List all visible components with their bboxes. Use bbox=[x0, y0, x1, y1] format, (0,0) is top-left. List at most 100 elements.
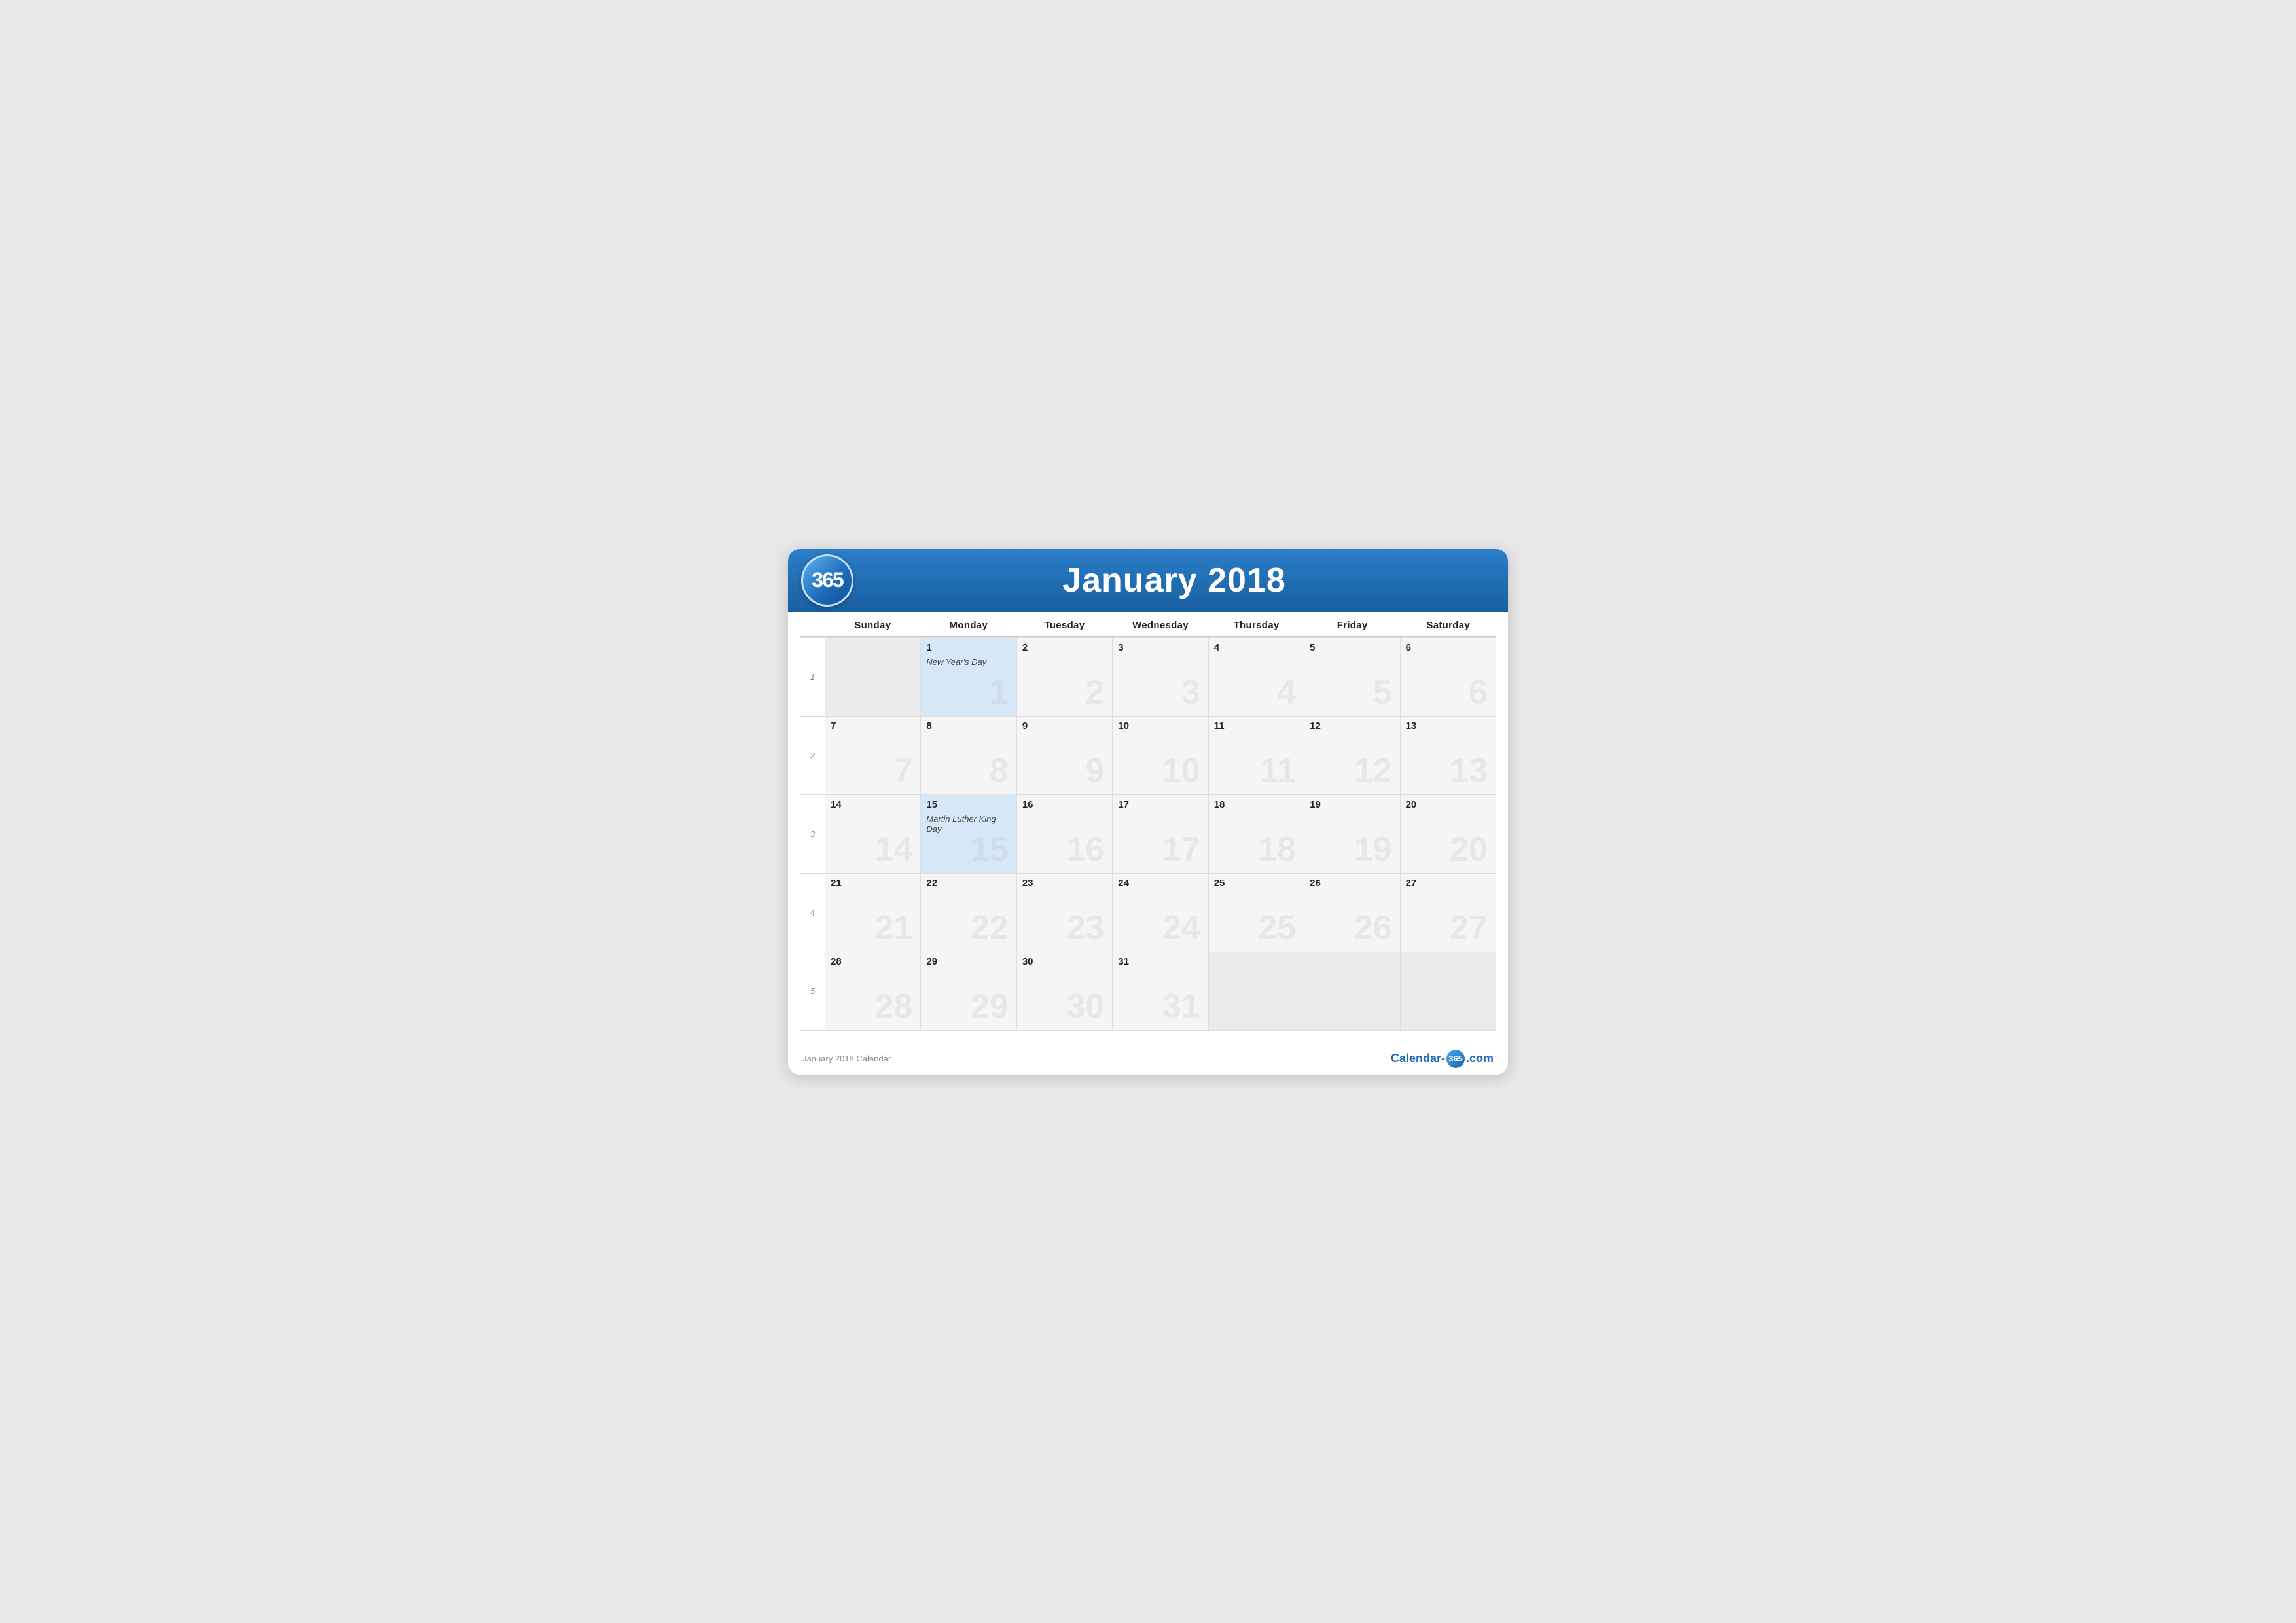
cell-date: 18 bbox=[1214, 799, 1299, 810]
cell-watermark: 18 bbox=[1258, 832, 1296, 866]
day-header-tuesday: Tuesday bbox=[1016, 612, 1113, 636]
cell-date: 8 bbox=[926, 721, 1011, 732]
cal-cell-31: 31 31 bbox=[1113, 952, 1208, 1031]
cal-cell-3: 33 bbox=[1113, 638, 1208, 717]
cell-watermark: 2 bbox=[1085, 675, 1104, 709]
cell-date: 11 bbox=[1214, 721, 1299, 732]
cell-event: New Year's Day bbox=[926, 657, 1011, 667]
cal-cell-23: 23 23 bbox=[1017, 874, 1113, 952]
week-number-4: 4 bbox=[800, 874, 825, 952]
cal-cell-14: 1414 bbox=[825, 795, 921, 874]
day-header-saturday: Saturday bbox=[1400, 612, 1496, 636]
cell-watermark: 12 bbox=[1354, 754, 1392, 788]
cell-watermark: 6 bbox=[1469, 675, 1488, 709]
cell-date: 19 bbox=[1310, 799, 1394, 810]
cell-date: 28 bbox=[831, 956, 915, 967]
cal-cell-19: 1919 bbox=[1304, 795, 1400, 874]
cell-watermark: 24 bbox=[1162, 911, 1200, 945]
cal-cell-9: 99 bbox=[1017, 717, 1113, 795]
cell-watermark: 1 bbox=[990, 675, 1009, 709]
cal-cell-15: 1515Martin Luther King Day bbox=[921, 795, 1016, 874]
footer-brand: Calendar- 365 .com bbox=[1391, 1050, 1494, 1068]
cell-watermark: 3 bbox=[1181, 675, 1200, 709]
cal-cell-12: 1212 bbox=[1304, 717, 1400, 795]
cell-watermark: 27 bbox=[1450, 911, 1488, 945]
cal-cell-6: 66 bbox=[1401, 638, 1496, 717]
week-label-header bbox=[800, 612, 825, 636]
cell-watermark: 31 bbox=[1162, 990, 1200, 1024]
footer-brand-badge: 365 bbox=[1446, 1050, 1465, 1068]
cell-event: Martin Luther King Day bbox=[926, 814, 1011, 834]
cell-date: 24 bbox=[1118, 878, 1202, 889]
cell-watermark: 5 bbox=[1373, 675, 1392, 709]
cell-date: 2 bbox=[1022, 642, 1107, 653]
cell-date: 1 bbox=[926, 642, 1011, 653]
cell-date: 3 bbox=[1118, 642, 1202, 653]
cell-date: 5 bbox=[1310, 642, 1394, 653]
cell-date: 4 bbox=[1214, 642, 1299, 653]
cal-cell-empty bbox=[1401, 952, 1496, 1031]
cell-date: 15 bbox=[926, 799, 1011, 810]
calendar-container: 365 January 2018 Sunday Monday Tuesday W… bbox=[788, 549, 1508, 1075]
cell-date: 7 bbox=[831, 721, 915, 732]
cell-watermark: 9 bbox=[1085, 754, 1104, 788]
day-header-sunday: Sunday bbox=[825, 612, 921, 636]
cal-cell-empty bbox=[825, 638, 921, 717]
cal-cell-29: 2929 bbox=[921, 952, 1016, 1031]
cal-cell-empty bbox=[1304, 952, 1400, 1031]
cal-cell-27: 2727 bbox=[1401, 874, 1496, 952]
cell-date: 14 bbox=[831, 799, 915, 810]
cal-cell-4: 44 bbox=[1209, 638, 1304, 717]
week-number-3: 3 bbox=[800, 795, 825, 874]
cell-watermark: 16 bbox=[1066, 832, 1104, 866]
week-number-1: 1 bbox=[800, 638, 825, 717]
day-header-friday: Friday bbox=[1304, 612, 1401, 636]
cell-watermark: 15 bbox=[971, 832, 1009, 866]
cell-date: 21 bbox=[831, 878, 915, 889]
cell-watermark: 4 bbox=[1277, 675, 1296, 709]
cell-date: 17 bbox=[1118, 799, 1202, 810]
cal-cell-30: 3030 bbox=[1017, 952, 1113, 1031]
day-headers-row: Sunday Monday Tuesday Wednesday Thursday… bbox=[800, 612, 1496, 637]
cell-watermark: 17 bbox=[1162, 832, 1200, 866]
week-number-2: 2 bbox=[800, 717, 825, 795]
cal-cell-7: 77 bbox=[825, 717, 921, 795]
footer-label: January 2018 Calendar bbox=[802, 1054, 891, 1063]
footer-brand-prefix: Calendar- bbox=[1391, 1052, 1445, 1065]
cell-watermark: 21 bbox=[875, 911, 913, 945]
calendar-title: January 2018 bbox=[860, 561, 1488, 600]
logo-badge: 365 bbox=[801, 554, 853, 607]
cell-watermark: 19 bbox=[1354, 832, 1392, 866]
cal-cell-11: 11 11 bbox=[1209, 717, 1304, 795]
cal-cell-22: 2222 bbox=[921, 874, 1016, 952]
cell-watermark: 23 bbox=[1066, 911, 1104, 945]
cal-cell-17: 1717 bbox=[1113, 795, 1208, 874]
cell-date: 20 bbox=[1406, 799, 1490, 810]
calendar-grid-wrapper: Sunday Monday Tuesday Wednesday Thursday… bbox=[788, 612, 1508, 1043]
cell-watermark: 10 bbox=[1162, 754, 1200, 788]
cell-date: 26 bbox=[1310, 878, 1394, 889]
cell-watermark: 11 bbox=[1260, 754, 1296, 788]
cal-cell-13: 1313 bbox=[1401, 717, 1496, 795]
cell-date: 10 bbox=[1118, 721, 1202, 732]
cal-cell-25: 25 25 bbox=[1209, 874, 1304, 952]
cell-date: 31 bbox=[1118, 956, 1202, 967]
cell-date: 25 bbox=[1214, 878, 1299, 889]
calendar-footer: January 2018 Calendar Calendar- 365 .com bbox=[788, 1043, 1508, 1075]
cal-cell-5: 55 bbox=[1304, 638, 1400, 717]
cal-cell-16: 1616 bbox=[1017, 795, 1113, 874]
day-header-wednesday: Wednesday bbox=[1113, 612, 1209, 636]
cell-watermark: 20 bbox=[1450, 832, 1488, 866]
cell-watermark: 28 bbox=[875, 990, 913, 1024]
cell-watermark: 25 bbox=[1258, 911, 1296, 945]
day-header-thursday: Thursday bbox=[1208, 612, 1304, 636]
cell-watermark: 26 bbox=[1354, 911, 1392, 945]
cal-cell-28: 28 28 bbox=[825, 952, 921, 1031]
cell-date: 9 bbox=[1022, 721, 1107, 732]
cal-cell-8: 88 bbox=[921, 717, 1016, 795]
cell-date: 6 bbox=[1406, 642, 1490, 653]
cal-cell-2: 22 bbox=[1017, 638, 1113, 717]
cell-date: 23 bbox=[1022, 878, 1107, 889]
cal-cell-10: 10 10 bbox=[1113, 717, 1208, 795]
cell-watermark: 7 bbox=[894, 754, 913, 788]
